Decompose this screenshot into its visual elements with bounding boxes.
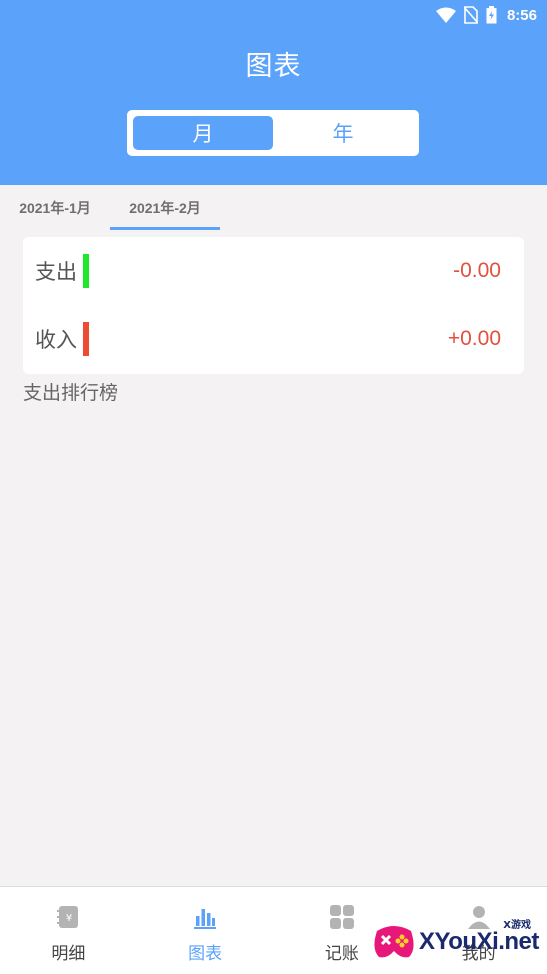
month-tab-jan[interactable]: 2021年-1月 <box>6 185 104 231</box>
expense-row: 支出 -0.00 <box>23 237 524 305</box>
month-tabs: 2021年-1月 2021年-2月 <box>0 185 547 231</box>
status-bar: 8:56 <box>0 0 547 30</box>
nav-item-details[interactable]: ¥ 明细 <box>0 887 137 974</box>
expense-label: 支出 <box>35 260 77 284</box>
period-toggle: 月 年 <box>127 110 419 156</box>
watermark-text: XYouXi.net <box>419 928 539 955</box>
income-label: 收入 <box>35 328 77 352</box>
watermark: X游戏 XYouXi.net <box>371 916 541 968</box>
gamepad-logo-icon <box>371 919 417 965</box>
bar-chart-icon <box>191 903 219 931</box>
expense-value: -0.00 <box>453 259 501 282</box>
nav-label-details: 明细 <box>51 944 86 964</box>
expense-bar <box>83 254 89 288</box>
summary-card: 支出 -0.00 收入 +0.00 <box>23 237 524 374</box>
period-year-button[interactable]: 年 <box>273 116 413 150</box>
status-time: 8:56 <box>506 6 537 24</box>
income-bar <box>83 322 89 356</box>
month-tab-feb[interactable]: 2021年-2月 <box>110 185 220 231</box>
no-sim-icon <box>463 6 478 24</box>
nav-label-bookkeeping: 记账 <box>324 944 359 964</box>
battery-icon <box>486 6 497 24</box>
page-title: 图表 <box>245 51 302 82</box>
header: 8:56 图表 月 年 <box>0 0 547 185</box>
income-row: 收入 +0.00 <box>23 305 524 373</box>
ranking-title: 支出排行榜 <box>23 382 119 404</box>
period-month-button[interactable]: 月 <box>133 116 273 150</box>
wifi-icon <box>435 7 456 23</box>
grid-icon <box>328 903 356 931</box>
nav-item-chart[interactable]: 图表 <box>137 887 274 974</box>
income-value: +0.00 <box>447 327 501 350</box>
watermark-small-text: X游戏 <box>503 920 531 931</box>
notebook-yen-icon: ¥ <box>54 903 82 931</box>
nav-label-chart: 图表 <box>188 944 223 964</box>
svg-text:¥: ¥ <box>66 913 72 924</box>
